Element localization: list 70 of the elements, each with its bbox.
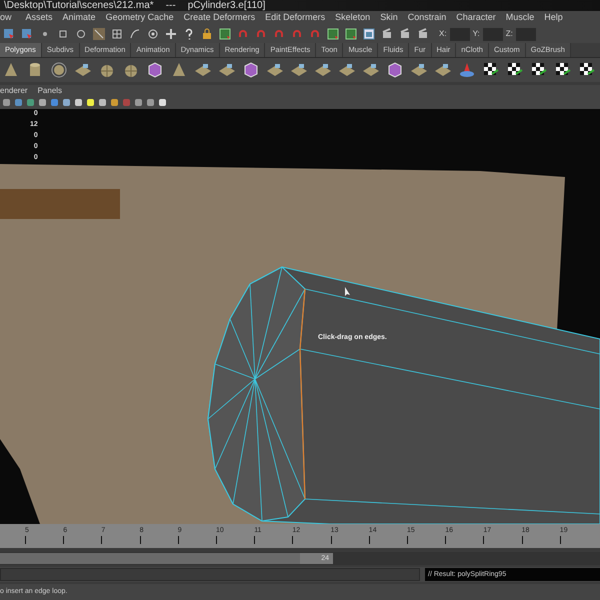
menu-item[interactable]: Assets (20, 11, 58, 25)
question-icon[interactable] (183, 28, 195, 40)
plane-icon[interactable] (314, 61, 332, 79)
coordinate-input[interactable] (482, 28, 503, 40)
command-input[interactable] (0, 568, 420, 581)
clapperboard-icon[interactable] (399, 28, 411, 40)
plane-icon[interactable] (194, 61, 212, 79)
menu-item[interactable]: Create Deformers (178, 11, 260, 25)
pyramid-icon[interactable] (170, 61, 188, 79)
pyramid-icon[interactable] (2, 61, 20, 79)
snap-icon[interactable] (345, 28, 357, 40)
field-label: Y: (472, 28, 480, 40)
frame-tick (101, 536, 102, 544)
menu-item[interactable]: Animate (58, 11, 101, 25)
frame-tick (292, 536, 294, 544)
menu-item[interactable]: Skeleton (330, 11, 376, 25)
plane-icon[interactable] (290, 61, 308, 79)
menu-item[interactable]: Constrain (402, 11, 452, 25)
diagonal-line-icon[interactable] (93, 28, 105, 40)
frame-tick (25, 536, 26, 544)
frame-tick (445, 536, 446, 544)
frame-tick (254, 536, 256, 544)
menu-item[interactable]: Edit Deformers (260, 11, 330, 25)
clapperboard-icon[interactable] (417, 28, 429, 40)
menu-item[interactable]: Skin (375, 11, 403, 25)
curve-icon[interactable] (129, 28, 141, 40)
panel-menu-item[interactable]: enderer (0, 84, 28, 96)
coordinate-input[interactable] (450, 28, 470, 40)
window-icon[interactable] (363, 28, 375, 40)
target-icon[interactable] (147, 28, 159, 40)
frame-tick (407, 536, 408, 544)
lock-icon[interactable] (201, 28, 213, 40)
plane-icon[interactable] (338, 61, 356, 79)
square-icon[interactable] (57, 28, 69, 40)
plane-icon[interactable] (218, 61, 236, 79)
frame-tick (216, 536, 217, 544)
frame-tick (330, 536, 332, 544)
plus-icon[interactable] (165, 28, 177, 40)
field-label: Z: (506, 28, 513, 40)
title-separator: --- (166, 0, 176, 13)
circle-icon[interactable] (75, 28, 87, 40)
frame-tick (140, 536, 141, 544)
field-label: X: (439, 28, 447, 40)
plane-icon[interactable] (434, 61, 452, 79)
coordinate-input[interactable] (516, 28, 536, 40)
window-title: \Desktop\Tutorial\scenes\212.ma* (4, 0, 154, 13)
frame-tick (560, 536, 561, 544)
menu-item[interactable]: Muscle (500, 11, 540, 25)
panel-menu-item[interactable]: Panels (38, 84, 62, 96)
arrow-select-icon[interactable] (21, 28, 33, 40)
menu-item[interactable]: Help (539, 11, 568, 25)
clapperboard-icon[interactable] (381, 28, 393, 40)
snap-icon[interactable] (327, 28, 339, 40)
frame-tick (178, 536, 179, 544)
cursor-icon (345, 287, 350, 296)
selection-title: pCylinder3.e[110] (188, 0, 266, 13)
frame-tick (368, 536, 370, 544)
arrow-select-icon[interactable] (3, 28, 15, 40)
frame-tick (483, 536, 484, 544)
menu-item[interactable]: Character (451, 11, 501, 25)
frame-tick (522, 536, 523, 544)
plane-icon[interactable] (410, 61, 428, 79)
plane-icon[interactable] (362, 61, 380, 79)
snap-icon[interactable] (219, 28, 231, 40)
plane-icon[interactable] (74, 61, 92, 79)
frame-tick (63, 536, 64, 544)
menu-item[interactable]: ow (0, 11, 21, 25)
cone-icon[interactable] (458, 61, 476, 79)
plane-icon[interactable] (266, 61, 284, 79)
menu-item[interactable]: Geometry Cache (100, 11, 179, 25)
